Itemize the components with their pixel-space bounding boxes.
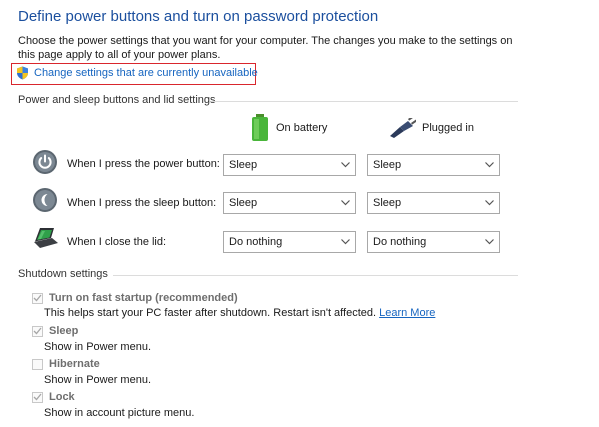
hibernate-description: Show in Power menu. xyxy=(44,374,151,386)
lid-row xyxy=(32,226,60,253)
chevron-down-icon xyxy=(485,239,494,245)
select-value: Sleep xyxy=(229,159,258,171)
power-button-plugged-select[interactable]: Sleep xyxy=(367,154,500,176)
page-title: Define power buttons and turn on passwor… xyxy=(18,8,379,25)
checkmark-icon xyxy=(33,294,42,302)
sleep-button-icon xyxy=(33,188,57,212)
checkmark-icon xyxy=(33,327,42,335)
sleep-description: Show in Power menu. xyxy=(44,341,151,353)
lid-battery-select[interactable]: Do nothing xyxy=(223,231,356,253)
hibernate-option: Hibernate xyxy=(32,358,100,370)
change-settings-link[interactable]: Change settings that are currently unava… xyxy=(16,66,258,80)
lid-plugged-select[interactable]: Do nothing xyxy=(367,231,500,253)
chevron-down-icon xyxy=(485,200,494,206)
chevron-down-icon xyxy=(485,162,494,168)
lid-label: When I close the lid: xyxy=(67,236,167,248)
fast-startup-desc-text: This helps start your PC faster after sh… xyxy=(44,307,377,319)
hibernate-checkbox[interactable] xyxy=(32,358,43,370)
power-button-battery-select[interactable]: Sleep xyxy=(223,154,356,176)
sleep-button-plugged-select[interactable]: Sleep xyxy=(367,192,500,214)
power-button-icon xyxy=(33,150,57,174)
fast-startup-checkbox[interactable] xyxy=(32,292,43,304)
fast-startup-option: Turn on fast startup (recommended) xyxy=(32,292,238,304)
sleep-option: Sleep xyxy=(32,325,78,337)
select-value: Sleep xyxy=(373,159,402,171)
lock-description: Show in account picture menu. xyxy=(44,407,195,419)
lock-checkbox[interactable] xyxy=(32,391,43,403)
select-value: Do nothing xyxy=(373,236,427,248)
shutdown-section-title: Shutdown settings xyxy=(18,268,108,280)
sleep-button-label: When I press the sleep button: xyxy=(67,197,217,209)
select-value: Do nothing xyxy=(229,236,283,248)
power-section-divider xyxy=(212,101,518,102)
checkmark-icon xyxy=(33,393,42,401)
uac-shield-icon xyxy=(17,66,28,80)
sleep-label: Sleep xyxy=(49,325,79,337)
laptop-lid-icon xyxy=(34,228,58,248)
power-button-label: When I press the power button: xyxy=(67,158,220,170)
chevron-down-icon xyxy=(341,200,350,206)
lock-option: Lock xyxy=(32,391,75,403)
fast-startup-description: This helps start your PC faster after sh… xyxy=(44,307,435,319)
fast-startup-label: Turn on fast startup (recommended) xyxy=(49,292,238,304)
select-value: Sleep xyxy=(229,197,258,209)
chevron-down-icon xyxy=(341,162,350,168)
power-section-title: Power and sleep buttons and lid settings xyxy=(18,94,216,106)
hibernate-label: Hibernate xyxy=(49,358,100,370)
sleep-button-row xyxy=(32,187,58,216)
battery-icon xyxy=(252,114,268,141)
on-battery-label: On battery xyxy=(276,122,328,134)
select-value: Sleep xyxy=(373,197,402,209)
plugged-in-header: Plugged in xyxy=(388,118,474,138)
sleep-checkbox[interactable] xyxy=(32,325,43,337)
learn-more-link[interactable]: Learn More xyxy=(379,307,435,319)
power-button-row xyxy=(32,149,58,178)
sleep-button-battery-select[interactable]: Sleep xyxy=(223,192,356,214)
plugged-in-label: Plugged in xyxy=(422,122,474,134)
shutdown-section-divider xyxy=(113,275,518,276)
chevron-down-icon xyxy=(341,239,350,245)
lock-label: Lock xyxy=(49,391,75,403)
page-description: Choose the power settings that you want … xyxy=(18,35,513,61)
power-plug-icon xyxy=(390,118,416,138)
change-settings-label: Change settings that are currently unava… xyxy=(34,67,258,79)
on-battery-header: On battery xyxy=(250,114,327,142)
